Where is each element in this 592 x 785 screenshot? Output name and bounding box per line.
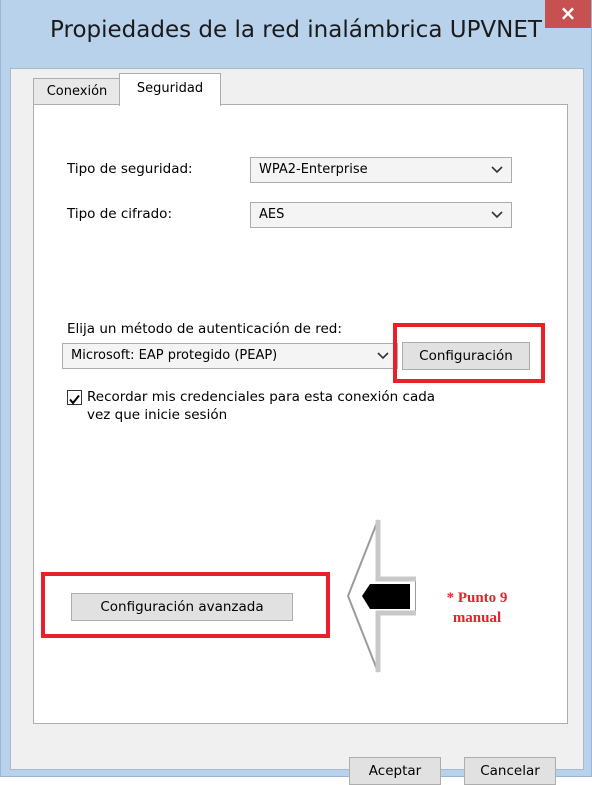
cipher-type-label: Tipo de cifrado: bbox=[67, 206, 172, 222]
auth-method-label: Elija un método de autenticación de red: bbox=[67, 321, 342, 337]
close-button[interactable]: × bbox=[545, 0, 591, 28]
chevron-down-icon bbox=[491, 166, 503, 174]
checkmark-icon bbox=[69, 394, 80, 405]
tab-conexion[interactable]: Conexión bbox=[33, 78, 121, 105]
arrow-left-icon bbox=[346, 519, 416, 673]
auth-method-value: Microsoft: EAP protegido (PEAP) bbox=[71, 348, 278, 363]
remember-credentials-checkbox[interactable] bbox=[67, 390, 82, 405]
annotation-text: * Punto 9 manual bbox=[432, 588, 522, 628]
ok-button[interactable]: Aceptar bbox=[349, 757, 441, 785]
dialog-window: Propiedades de la red inalámbrica UPVNET… bbox=[0, 0, 592, 785]
tab-seguridad[interactable]: Seguridad bbox=[119, 73, 221, 106]
dialog-client: Conexión Seguridad Tipo de seguridad: WP… bbox=[10, 68, 584, 785]
close-icon: × bbox=[559, 1, 577, 25]
chevron-down-icon bbox=[377, 352, 389, 360]
highlight-box bbox=[41, 572, 330, 638]
window-title: Propiedades de la red inalámbrica UPVNET bbox=[50, 17, 542, 43]
security-type-label: Tipo de seguridad: bbox=[67, 161, 193, 177]
cancel-button[interactable]: Cancelar bbox=[464, 757, 556, 785]
remember-credentials-label-line2: vez que inicie sesión bbox=[87, 407, 228, 423]
security-tab-panel: Tipo de seguridad: WPA2-Enterprise Tipo … bbox=[33, 104, 568, 724]
annotation-line2: manual bbox=[452, 610, 502, 626]
security-type-select[interactable]: WPA2-Enterprise bbox=[250, 157, 512, 183]
highlight-box bbox=[393, 323, 545, 383]
security-type-value: WPA2-Enterprise bbox=[259, 162, 368, 177]
cipher-type-select[interactable]: AES bbox=[250, 202, 512, 228]
auth-method-select[interactable]: Microsoft: EAP protegido (PEAP) bbox=[62, 343, 398, 369]
remember-credentials-label-line1: Recordar mis credenciales para esta cone… bbox=[87, 389, 436, 405]
annotation-line1: * Punto 9 bbox=[446, 590, 508, 606]
cipher-type-value: AES bbox=[259, 207, 285, 222]
title-bar[interactable]: Propiedades de la red inalámbrica UPVNET… bbox=[1, 0, 591, 68]
chevron-down-icon bbox=[491, 211, 503, 219]
